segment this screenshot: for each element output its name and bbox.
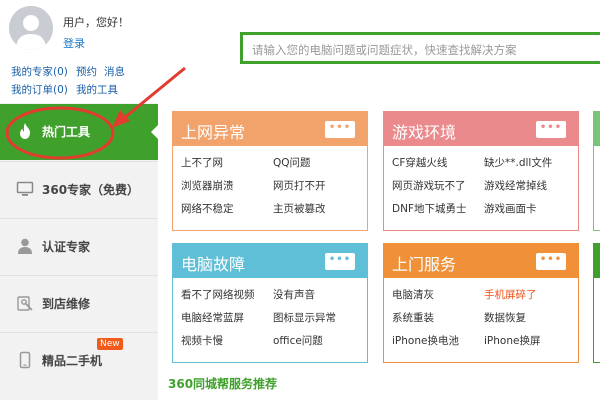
active-indicator bbox=[151, 124, 159, 140]
card-link[interactable]: 主页被篡改 bbox=[273, 201, 326, 216]
card-link[interactable]: 没有声音 bbox=[273, 287, 315, 302]
more-button[interactable]: ••• bbox=[325, 253, 355, 270]
monitor-icon bbox=[16, 181, 34, 196]
card-link[interactable]: office问题 bbox=[273, 333, 323, 348]
card-link[interactable]: 视频卡慢 bbox=[181, 333, 223, 348]
card-link[interactable]: 游戏经常掉线 bbox=[484, 178, 547, 193]
my-experts-link[interactable]: 我的专家(0) bbox=[11, 64, 68, 79]
card-link[interactable]: 缺少**.dll文件 bbox=[484, 155, 552, 170]
login-link[interactable]: 登录 bbox=[63, 35, 85, 51]
search-input[interactable]: 请输入您的电脑问题或问题症状，快速查找解决方案 bbox=[240, 32, 600, 64]
card-header: 游戏环境 ••• bbox=[384, 112, 578, 146]
card-link[interactable]: 看不了网络视频 bbox=[181, 287, 255, 302]
card-link[interactable]: CF穿越火线 bbox=[392, 155, 447, 170]
card-onsite-service: 上门服务 ••• 电脑清灰 手机屏碎了 系统重装 数据恢复 iPhone换电池 … bbox=[383, 243, 579, 363]
card-link[interactable]: 数据恢复 bbox=[484, 310, 526, 325]
card-header: 上门服务 ••• bbox=[384, 244, 578, 278]
page: 用户，您好！ 登录 我的专家(0) 预约 消息 我的订单(0) 我的工具 热门工… bbox=[0, 0, 600, 400]
card-title: 上门服务 bbox=[392, 255, 457, 274]
messages-link[interactable]: 消息 bbox=[104, 64, 125, 79]
search-placeholder: 请输入您的电脑问题或问题症状，快速查找解决方案 bbox=[252, 43, 517, 57]
my-orders-link[interactable]: 我的订单(0) bbox=[11, 82, 68, 97]
card-title: 上网异常 bbox=[181, 123, 246, 142]
card-internet-issues: 上网异常 ••• 上不了网 QQ问题 浏览器崩溃 网页打不开 网络不稳定 主页被… bbox=[172, 111, 368, 231]
card-link[interactable]: QQ问题 bbox=[273, 155, 311, 170]
recommend-title: 360同城帮服务推荐 bbox=[168, 377, 278, 391]
card-link[interactable]: 图标显示异常 bbox=[273, 310, 336, 325]
sidebar-item-in-store-repair[interactable]: 到店维修 bbox=[0, 275, 158, 331]
more-button[interactable]: ••• bbox=[325, 121, 355, 138]
my-tools-link[interactable]: 我的工具 bbox=[76, 82, 118, 97]
more-button[interactable]: ••• bbox=[536, 121, 566, 138]
card-link[interactable]: 网页游戏玩不了 bbox=[392, 178, 466, 193]
avatar[interactable] bbox=[9, 6, 53, 50]
sidebar-item-label: 认证专家 bbox=[42, 240, 91, 254]
repair-icon bbox=[17, 296, 33, 311]
sidebar-item-label: 360专家（免费） bbox=[42, 183, 140, 197]
more-button[interactable]: ••• bbox=[536, 253, 566, 270]
card-link[interactable]: iPhone换电池 bbox=[392, 333, 459, 348]
card-link-hot[interactable]: 手机屏碎了 bbox=[484, 287, 537, 302]
card-game-environment: 游戏环境 ••• CF穿越火线 缺少**.dll文件 网页游戏玩不了 游戏经常掉… bbox=[383, 111, 579, 231]
card-link[interactable]: 电脑清灰 bbox=[392, 287, 434, 302]
card-link[interactable]: 系统重装 bbox=[392, 310, 434, 325]
appointment-link[interactable]: 预约 bbox=[76, 64, 97, 79]
sidebar-item-360-expert[interactable]: 360专家（免费） bbox=[0, 161, 158, 217]
card-link[interactable]: DNF地下城勇士 bbox=[392, 201, 466, 216]
user-panel: 用户，您好！ 登录 我的专家(0) 预约 消息 我的订单(0) 我的工具 bbox=[0, 0, 158, 103]
user-greeting: 用户，您好！ bbox=[63, 16, 129, 29]
sidebar-item-hot-tools[interactable]: 热门工具 bbox=[0, 104, 159, 160]
sidebar-item-label: 到店维修 bbox=[42, 297, 91, 311]
sidebar-item-label: 精品二手机 bbox=[42, 354, 103, 368]
card-partial bbox=[593, 111, 600, 231]
phone-icon bbox=[19, 351, 31, 369]
card-link[interactable]: 网页打不开 bbox=[273, 178, 326, 193]
sidebar-item-used-phones[interactable]: 精品二手机 New bbox=[0, 332, 158, 388]
sidebar-item-certified-expert[interactable]: 认证专家 bbox=[0, 218, 158, 274]
card-title: 游戏环境 bbox=[392, 123, 457, 142]
card-link[interactable]: 游戏画面卡 bbox=[484, 201, 537, 216]
card-header: 上网异常 ••• bbox=[173, 112, 367, 146]
card-link[interactable]: 上不了网 bbox=[181, 155, 223, 170]
card-link[interactable]: 浏览器崩溃 bbox=[181, 178, 234, 193]
card-link[interactable]: 电脑经常蓝屏 bbox=[181, 310, 244, 325]
card-link[interactable]: 网络不稳定 bbox=[181, 201, 234, 216]
card-partial bbox=[593, 243, 600, 363]
card-title: 电脑故障 bbox=[181, 255, 246, 274]
sidebar-item-label: 热门工具 bbox=[42, 125, 91, 139]
fire-icon bbox=[20, 123, 30, 139]
person-icon bbox=[18, 238, 32, 254]
card-pc-faults: 电脑故障 ••• 看不了网络视频 没有声音 电脑经常蓝屏 图标显示异常 视频卡慢… bbox=[172, 243, 368, 363]
card-header: 电脑故障 ••• bbox=[173, 244, 367, 278]
avatar-icon bbox=[9, 6, 53, 50]
new-badge: New bbox=[97, 338, 123, 350]
card-link[interactable]: iPhone换屏 bbox=[484, 333, 540, 348]
sidebar: 用户，您好！ 登录 我的专家(0) 预约 消息 我的订单(0) 我的工具 热门工… bbox=[0, 0, 159, 400]
